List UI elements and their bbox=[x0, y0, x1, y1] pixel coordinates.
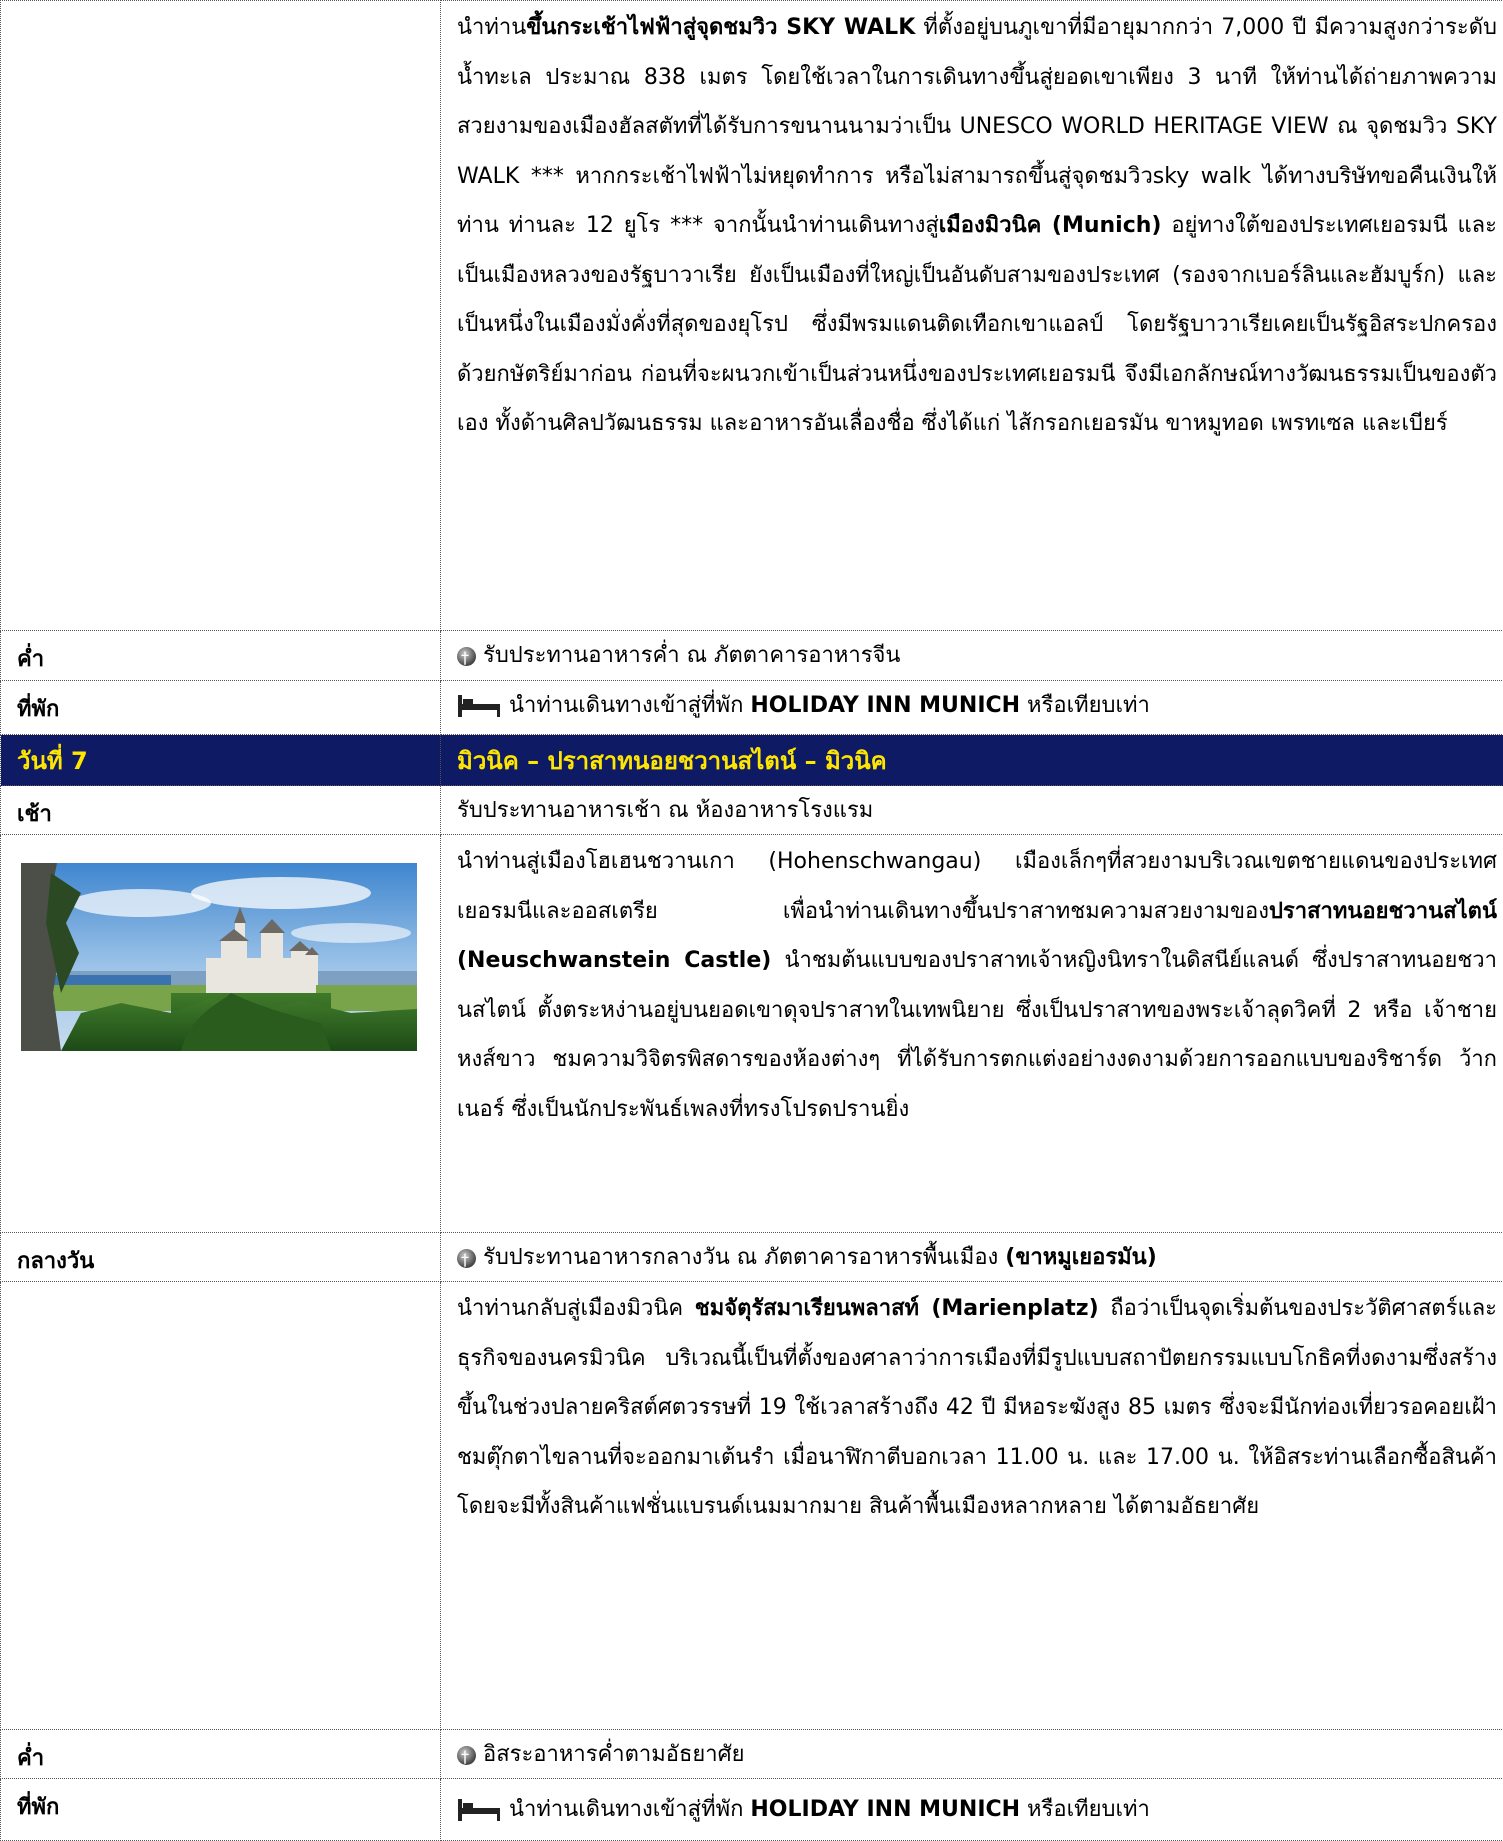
row-label-hotel: ที่พัก bbox=[1, 681, 441, 735]
activity-description: นำท่านสู่เมืองโฮเฮนชวานเกา (Hohenschwang… bbox=[441, 835, 1503, 1233]
activity-description: นำท่านกลับสู่เมืองมิวนิค ชมจัตุรัสมาเรีย… bbox=[441, 1282, 1503, 1730]
itinerary-row: นำท่านขึ้นกระเช้าไฟฟ้าสู่จุดชมวิว SKY WA… bbox=[1, 1, 1503, 631]
meal-text: อิสระอาหารค่ำตามอัธยาศัย bbox=[483, 1740, 744, 1770]
itinerary-row: นำท่านกลับสู่เมืองมิวนิค ชมจัตุรัสมาเรีย… bbox=[1, 1282, 1503, 1730]
itinerary-row: ที่พัก นำท่านเดินทางเข้าสู่ที่พัก HOLIDA… bbox=[1, 681, 1503, 735]
restaurant-icon bbox=[457, 1249, 476, 1268]
meal-cell: รับประทานอาหารค่ำ ณ ภัตตาคารอาหารจีน bbox=[441, 631, 1503, 681]
day-number: วันที่ 7 bbox=[1, 735, 441, 786]
row-label-breakfast: เช้า bbox=[1, 786, 441, 835]
itinerary-row: ค่ำ รับประทานอาหารค่ำ ณ ภัตตาคารอาหารจีน bbox=[1, 631, 1503, 681]
meal-cell: รับประทานอาหารกลางวัน ณ ภัตตาคารอาหารพื้… bbox=[441, 1233, 1503, 1282]
bed-icon bbox=[457, 693, 501, 719]
text-run: นำท่านกลับสู่เมืองมิวนิค bbox=[457, 1296, 695, 1321]
text-run: นำชมต้นแบบของปราสาทเจ้าหญิงนิทราในดิสนีย… bbox=[457, 948, 1497, 1122]
text-emphasis: ขึ้นกระเช้าไฟฟ้าสู่จุดชมวิว SKY WALK bbox=[526, 15, 915, 40]
day-header-row: วันที่ 7 มิวนิค – ปราสาทนอยชวานสไตน์ – ม… bbox=[1, 735, 1503, 786]
itinerary-table: นำท่านขึ้นกระเช้าไฟฟ้าสู่จุดชมวิว SKY WA… bbox=[0, 0, 1503, 1841]
itinerary-row: นำท่านสู่เมืองโฮเฮนชวานเกา (Hohenschwang… bbox=[1, 835, 1503, 1233]
meal-cell: อิสระอาหารค่ำตามอัธยาศัย bbox=[441, 1730, 1503, 1779]
row-label-dinner: ค่ำ bbox=[1, 1730, 441, 1779]
text-run: นำท่าน bbox=[457, 15, 526, 40]
itinerary-row: ค่ำ อิสระอาหารค่ำตามอัธยาศัย bbox=[1, 1730, 1503, 1779]
row-label bbox=[1, 1, 441, 631]
meal-text: รับประทานอาหารกลางวัน ณ ภัตตาคารอาหารพื้… bbox=[483, 1243, 1157, 1273]
itinerary-row: เช้า รับประทานอาหารเช้า ณ ห้องอาหารโรงแร… bbox=[1, 786, 1503, 835]
itinerary-row: กลางวัน รับประทานอาหารกลางวัน ณ ภัตตาคาร… bbox=[1, 1233, 1503, 1282]
itinerary-row: ที่พัก นำท่านเดินทางเข้าสู่ที่พัก HOLIDA… bbox=[1, 1779, 1503, 1841]
row-label-hotel: ที่พัก bbox=[1, 1779, 441, 1841]
meal-text: รับประทานอาหารค่ำ ณ ภัตตาคารอาหารจีน bbox=[483, 641, 900, 671]
row-label-lunch: กลางวัน bbox=[1, 1233, 441, 1282]
day-title: มิวนิค – ปราสาทนอยชวานสไตน์ – มิวนิค bbox=[441, 735, 1503, 786]
row-label bbox=[1, 1282, 441, 1730]
photo-cell bbox=[1, 835, 441, 1233]
text-emphasis: เมืองมิวนิค (Munich) bbox=[939, 213, 1162, 238]
bed-icon bbox=[457, 1797, 501, 1823]
restaurant-icon bbox=[457, 647, 476, 666]
text-run: อยู่ทางใต้ของประเทศเยอรมนี และเป็นเมืองห… bbox=[457, 213, 1497, 436]
hotel-cell: นำท่านเดินทางเข้าสู่ที่พัก HOLIDAY INN M… bbox=[441, 681, 1503, 735]
text-emphasis: ชมจัตุรัสมาเรียนพลาสท์ (Marienplatz) bbox=[695, 1296, 1099, 1321]
hotel-cell: นำท่านเดินทางเข้าสู่ที่พัก HOLIDAY INN M… bbox=[441, 1779, 1503, 1841]
text-run: ถือว่าเป็นจุดเริ่มต้นของประวัติศาสตร์และ… bbox=[457, 1296, 1497, 1519]
hotel-text: นำท่านเดินทางเข้าสู่ที่พัก HOLIDAY INN M… bbox=[509, 1795, 1150, 1825]
meal-text: รับประทานอาหารเช้า ณ ห้องอาหารโรงแรม bbox=[457, 796, 873, 826]
hotel-text: นำท่านเดินทางเข้าสู่ที่พัก HOLIDAY INN M… bbox=[509, 691, 1150, 721]
castle-photo bbox=[21, 863, 417, 1051]
text-run: ที่ตั้งอยู่บนภูเขาที่มีอายุมากกว่า 7,000… bbox=[457, 15, 1497, 238]
row-label-dinner: ค่ำ bbox=[1, 631, 441, 681]
restaurant-icon bbox=[457, 1746, 476, 1765]
meal-cell: รับประทานอาหารเช้า ณ ห้องอาหารโรงแรม bbox=[441, 786, 1503, 835]
activity-description: นำท่านขึ้นกระเช้าไฟฟ้าสู่จุดชมวิว SKY WA… bbox=[441, 1, 1503, 631]
